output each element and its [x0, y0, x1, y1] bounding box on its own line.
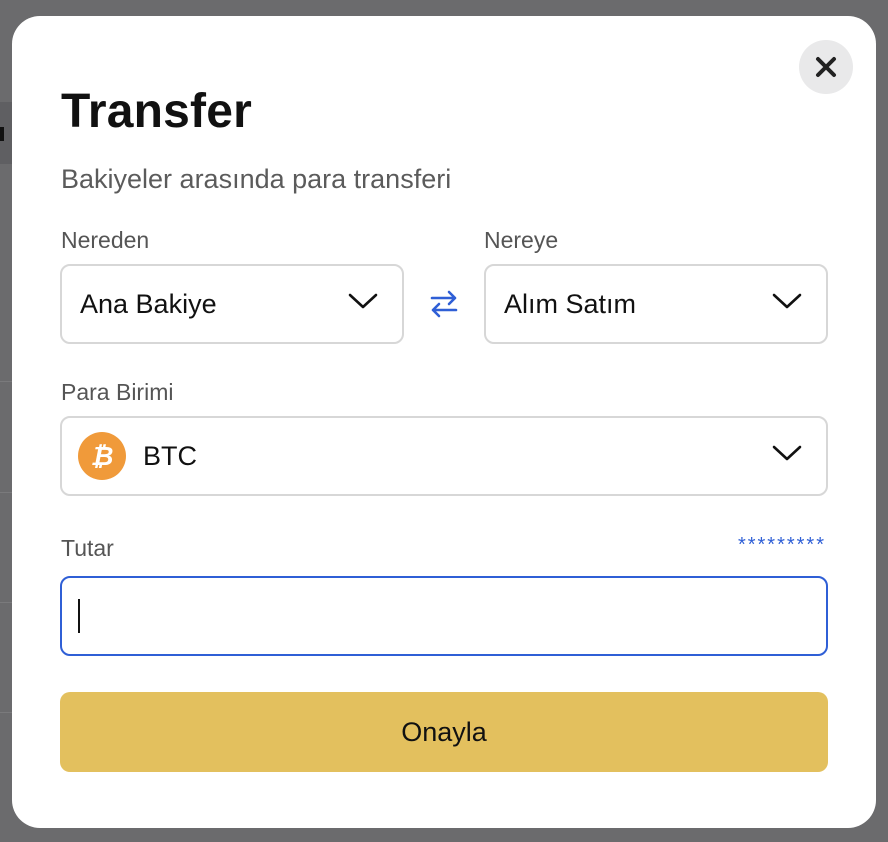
text-caret	[78, 599, 80, 633]
currency-select[interactable]: ₿ BTC	[60, 416, 828, 496]
to-select[interactable]: Alım Satım	[484, 264, 828, 344]
from-select[interactable]: Ana Bakiye	[60, 264, 404, 344]
chevron-down-icon	[772, 445, 802, 461]
currency-select-value: BTC	[143, 440, 197, 471]
to-label: Nereye	[484, 227, 559, 253]
close-button[interactable]	[799, 40, 853, 94]
currency-label: Para Birimi	[61, 379, 174, 405]
amount-input[interactable]	[60, 576, 828, 656]
backdrop-divider	[0, 712, 12, 713]
backdrop-divider	[0, 381, 12, 382]
bitcoin-icon: ₿	[78, 432, 126, 480]
swap-arrows-icon[interactable]	[428, 288, 460, 320]
amount-label: Tutar	[61, 535, 114, 561]
chevron-down-icon	[348, 293, 378, 309]
to-select-value: Alım Satım	[504, 288, 637, 319]
from-label: Nereden	[61, 227, 150, 253]
backdrop-divider	[0, 602, 12, 603]
close-icon	[816, 57, 836, 77]
modal-subtitle: Bakiyeler arasında para transferi	[61, 164, 452, 194]
backdrop-divider	[0, 492, 12, 493]
available-balance-masked[interactable]: *********	[738, 534, 826, 557]
chevron-down-icon	[772, 293, 802, 309]
from-select-value: Ana Bakiye	[80, 288, 217, 319]
confirm-button[interactable]: Onayla	[60, 692, 828, 772]
transfer-modal: Transfer Bakiyeler arasında para transfe…	[12, 16, 876, 828]
backdrop-tab	[0, 102, 12, 164]
modal-title: Transfer	[61, 85, 253, 138]
